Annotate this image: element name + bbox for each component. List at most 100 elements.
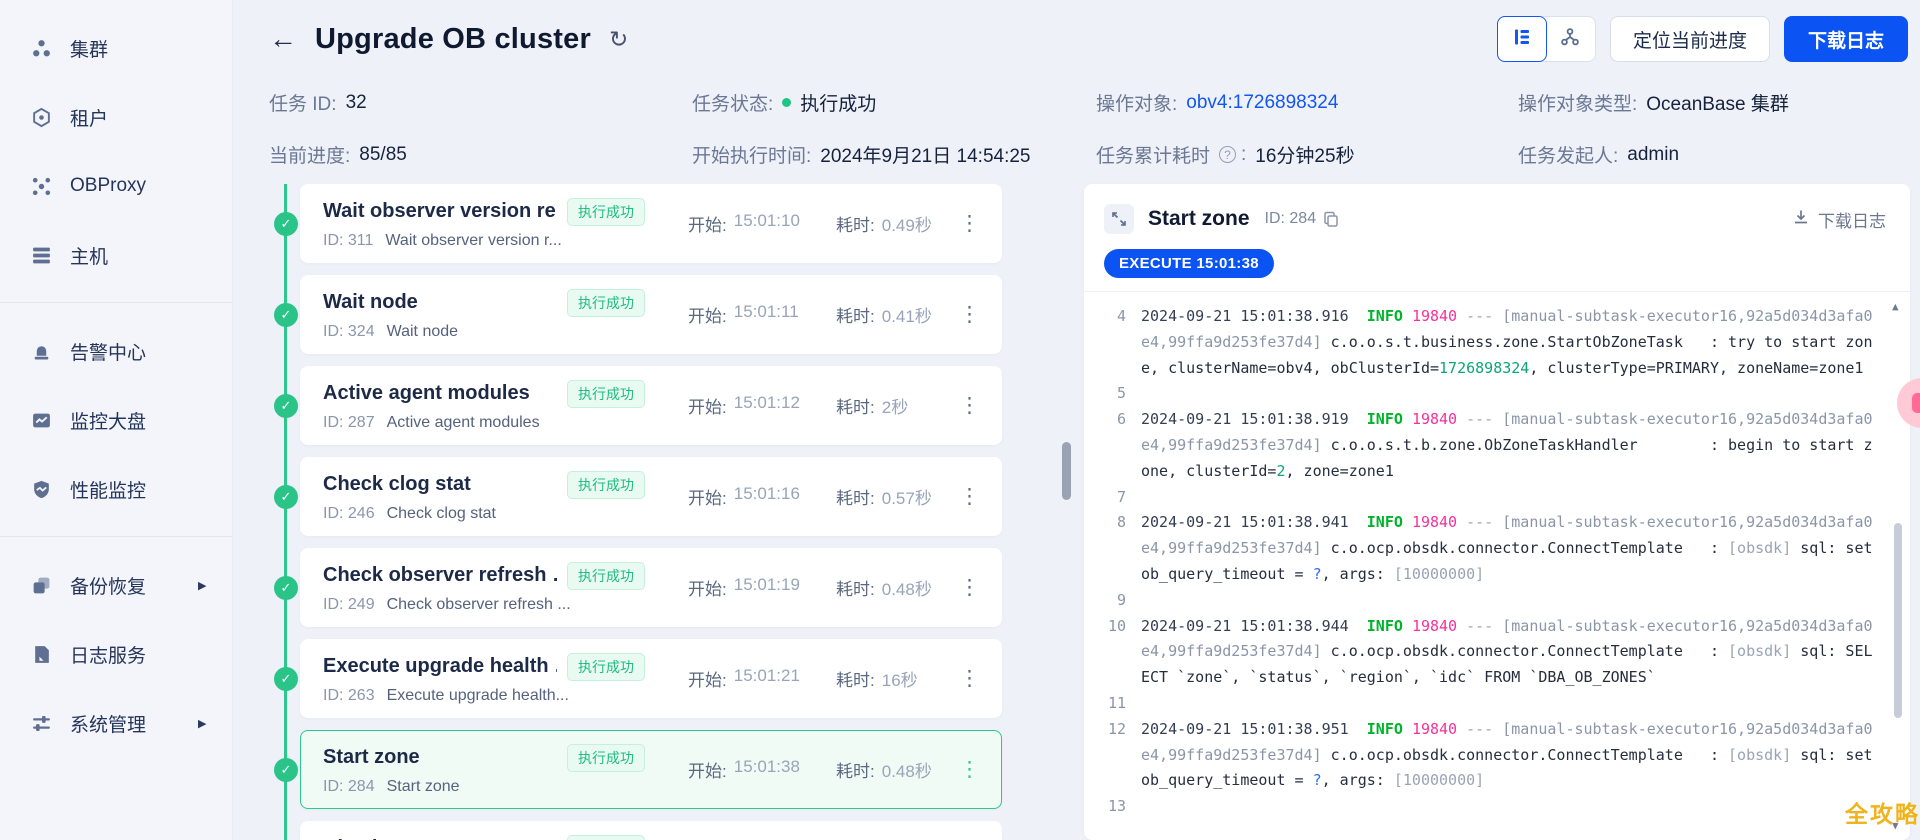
download-log-button[interactable]: 下载日志 (1783, 16, 1908, 62)
kebab-menu-icon[interactable]: ⋮ (957, 209, 982, 238)
info-task-status: 任务状态: 执行成功 (692, 89, 1096, 116)
status-dot (782, 98, 792, 107)
sidebar-item-host[interactable]: 主机 (0, 233, 232, 277)
sidebar-item-alert-center[interactable]: 告警中心 (0, 329, 232, 373)
info-value[interactable]: obv4:1726898324 (1186, 92, 1338, 114)
back-button[interactable]: ← (269, 25, 297, 53)
task-start-time-value: 15:01:38 (733, 757, 800, 776)
status-badge: 执行成功 (567, 834, 645, 840)
sidebar-item-label: OBProxy (70, 175, 147, 196)
kebab-menu-icon[interactable]: ⋮ (957, 573, 982, 602)
sidebar-item-monitor-dashboard[interactable]: 监控大盘 (0, 398, 232, 442)
task-start-time: 开始: 15:01:12 (688, 393, 836, 418)
locate-progress-button[interactable]: 定位当前进度 (1609, 16, 1770, 62)
log-line-number: 6 (1116, 410, 1126, 429)
task-subtitle: ID: 284 Start zone (323, 778, 645, 796)
kebab-menu-icon[interactable]: ⋮ (957, 300, 982, 329)
task-subtask-id: ID: 284 (323, 777, 375, 795)
task-duration: 耗时: 0.48秒 (836, 757, 957, 782)
task-card[interactable]: ✓ Check observer refresh … 执行成功 ID: 249 Chec… (274, 548, 1002, 627)
task-subtitle: ID: 249 Check observer refresh ... (323, 596, 645, 614)
check-circle-icon: ✓ (274, 484, 298, 509)
expand-icon[interactable] (1104, 204, 1134, 234)
task-subtitle: ID: 324 Wait node (323, 323, 645, 341)
log-scrollbar[interactable]: ▲ ▼ (1891, 298, 1905, 836)
log-scrollbar-thumb[interactable] (1894, 523, 1902, 718)
log-line: 8 2024-09-21 15:01:38.941 INFO 19840 --- … (1098, 510, 1876, 587)
sidebar-item-log-service[interactable]: 日志服务 (0, 632, 232, 676)
log-lines: 4 2024-09-21 15:01:38.916 INFO 19840 --- … (1098, 304, 1876, 820)
sidebar-item-performance-monitor[interactable]: 性能监控 (0, 467, 232, 511)
download-icon (1792, 208, 1810, 231)
help-icon[interactable]: ? (1219, 146, 1237, 163)
task-title-row: Check zone执行成功 (323, 834, 645, 840)
progress-connector-line (284, 184, 287, 840)
log-line-text (1141, 588, 1876, 614)
system-icon (30, 712, 52, 734)
kebab-menu-icon[interactable]: ⋮ (957, 755, 982, 784)
task-duration-label: 耗时: (836, 671, 875, 690)
task-card-info: Wait observer version re… 执行成功 ID: 311 Wait… (323, 197, 645, 250)
task-card-info: Start zone 执行成功 ID: 284 Start zone (323, 743, 645, 796)
task-title: Active agent modules (323, 382, 530, 404)
task-start-time-label: 开始: (688, 580, 727, 599)
log-line-number: 9 (1116, 590, 1126, 609)
info-value: 16分钟25秒 (1255, 146, 1355, 167)
log-download-button[interactable]: 下载日志 (1792, 207, 1886, 232)
scroll-up-icon[interactable]: ▲ (1892, 298, 1899, 317)
kebab-menu-icon[interactable]: ⋮ (957, 664, 982, 693)
task-start-time-label: 开始: (688, 671, 727, 690)
sidebar-item-label: 备份恢复 (70, 576, 147, 598)
task-duration-value: 0.48秒 (881, 762, 932, 781)
check-circle-icon: ✓ (274, 211, 298, 236)
log-line: 10 2024-09-21 15:01:38.944 INFO 19840 ---… (1098, 614, 1876, 691)
sidebar-item-system-admin[interactable]: 系统管理 ▶ (0, 701, 232, 745)
log-line: 7 (1098, 485, 1876, 511)
task-card[interactable]: ✓ Check clog stat 执行成功 ID: 246 Check clog st… (274, 457, 1002, 536)
flow-view-toggle[interactable] (1546, 17, 1595, 61)
task-info-grid: 任务 ID: 32 任务状态: 执行成功 操作对象: obv4:1726898324 操作对… (269, 89, 1920, 168)
task-list-scrollbar[interactable] (1062, 442, 1071, 500)
info-value: OceanBase 集群 (1646, 94, 1789, 115)
task-card[interactable]: ✓Check zone执行成功ID: 351Check ...开始:15:01:… (300, 821, 1002, 840)
task-card[interactable]: ✓ Active agent modules 执行成功 ID: 287 Active a… (274, 366, 1002, 445)
sidebar-item-cluster[interactable]: 集群 (0, 26, 232, 70)
sidebar-item-obproxy[interactable]: OBProxy (0, 164, 232, 208)
task-duration-value: 0.41秒 (881, 307, 932, 326)
copy-icon[interactable] (1323, 211, 1339, 227)
sidebar-item-label: 租户 (70, 108, 109, 130)
sidebar-item-label: 监控大盘 (70, 411, 147, 433)
task-start-time-value: 15:01:19 (733, 575, 800, 594)
task-subtask-id: ID: 311 (323, 231, 374, 249)
log-line-number: 11 (1107, 693, 1126, 712)
kebab-menu-icon[interactable]: ⋮ (957, 391, 982, 420)
task-start-time: 开始: 15:01:10 (688, 211, 836, 236)
sidebar-divider (0, 302, 232, 303)
status-badge: 执行成功 (567, 197, 645, 226)
task-subtask-name: Start zone (386, 777, 460, 795)
info-start-time: 开始执行时间: 2024年9月21日 14:54:25 (692, 141, 1096, 168)
refresh-icon[interactable]: ↻ (609, 26, 628, 53)
task-start-time-label: 开始: (688, 307, 727, 326)
sidebar-item-label: 主机 (70, 246, 109, 268)
list-view-toggle[interactable] (1496, 16, 1547, 62)
task-card[interactable]: ✓ Wait node 执行成功 ID: 324 Wait node 开始: 15:01:1… (274, 275, 1002, 354)
sidebar-item-label: 性能监控 (70, 480, 147, 502)
log-line-text (1141, 794, 1876, 820)
sidebar-item-tenant[interactable]: 租户 (0, 95, 232, 139)
sidebar-item-backup-restore[interactable]: 备份恢复 ▶ (0, 563, 232, 607)
info-label: 操作对象: (1096, 94, 1178, 115)
task-duration: 耗时: 0.57秒 (836, 484, 957, 509)
check-circle-icon: ✓ (274, 393, 298, 418)
task-card-info: Check observer refresh … 执行成功 ID: 249 Check… (323, 561, 645, 614)
task-card[interactable]: ✓ Execute upgrade health … 执行成功 ID: 263 Exec… (274, 639, 1002, 718)
task-title: Check observer refresh … (323, 564, 557, 586)
info-label: 任务累计耗时 (1096, 146, 1211, 167)
task-card[interactable]: ✓ Start zone 执行成功 ID: 284 Start zone 开始: 15:01… (274, 730, 1002, 809)
check-circle-icon: ✓ (274, 757, 298, 782)
task-duration: 耗时: 0.49秒 (836, 211, 957, 236)
info-value: 执行成功 (800, 94, 877, 115)
task-title-row: Wait observer version re… 执行成功 (323, 197, 645, 226)
kebab-menu-icon[interactable]: ⋮ (957, 482, 982, 511)
task-card[interactable]: ✓ Wait observer version re… 执行成功 ID: 311 Wai… (274, 184, 1002, 263)
